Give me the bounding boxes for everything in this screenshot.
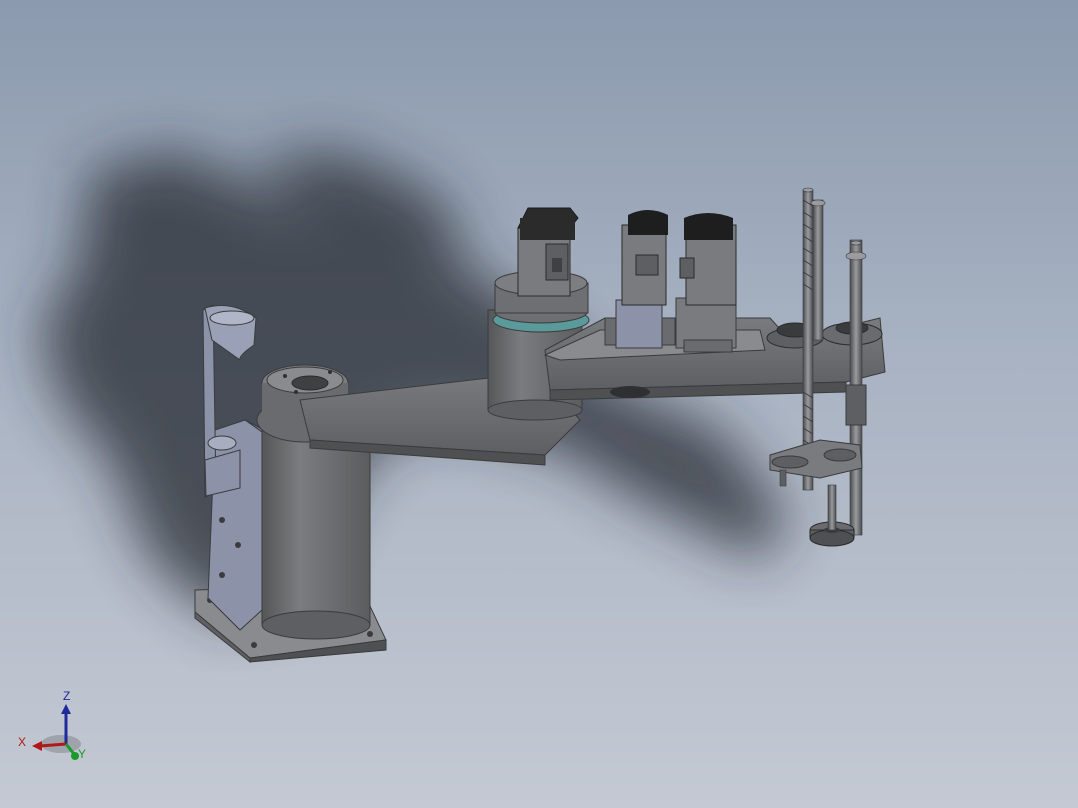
elbow-motor[interactable] [517, 207, 579, 297]
cad-viewport[interactable]: Z X Y [0, 0, 1078, 808]
base-column[interactable] [261, 419, 371, 640]
z-axis-arrowhead [61, 704, 71, 714]
z-axis-label: Z [63, 689, 70, 703]
x-axis-arrowhead [32, 741, 42, 751]
arm-motor-right[interactable] [675, 213, 737, 353]
x-axis-arrow [39, 742, 67, 748]
spline-shaft[interactable] [845, 239, 867, 536]
y-axis-label: Y [78, 747, 86, 761]
scara-model-view[interactable] [0, 0, 1078, 808]
x-axis-label: X [18, 735, 26, 749]
arm-motor-left[interactable] [615, 210, 668, 349]
axis-triad: Z X Y [18, 689, 86, 761]
z-axis-bracket[interactable] [769, 439, 863, 487]
end-effector-flange[interactable] [809, 484, 855, 547]
